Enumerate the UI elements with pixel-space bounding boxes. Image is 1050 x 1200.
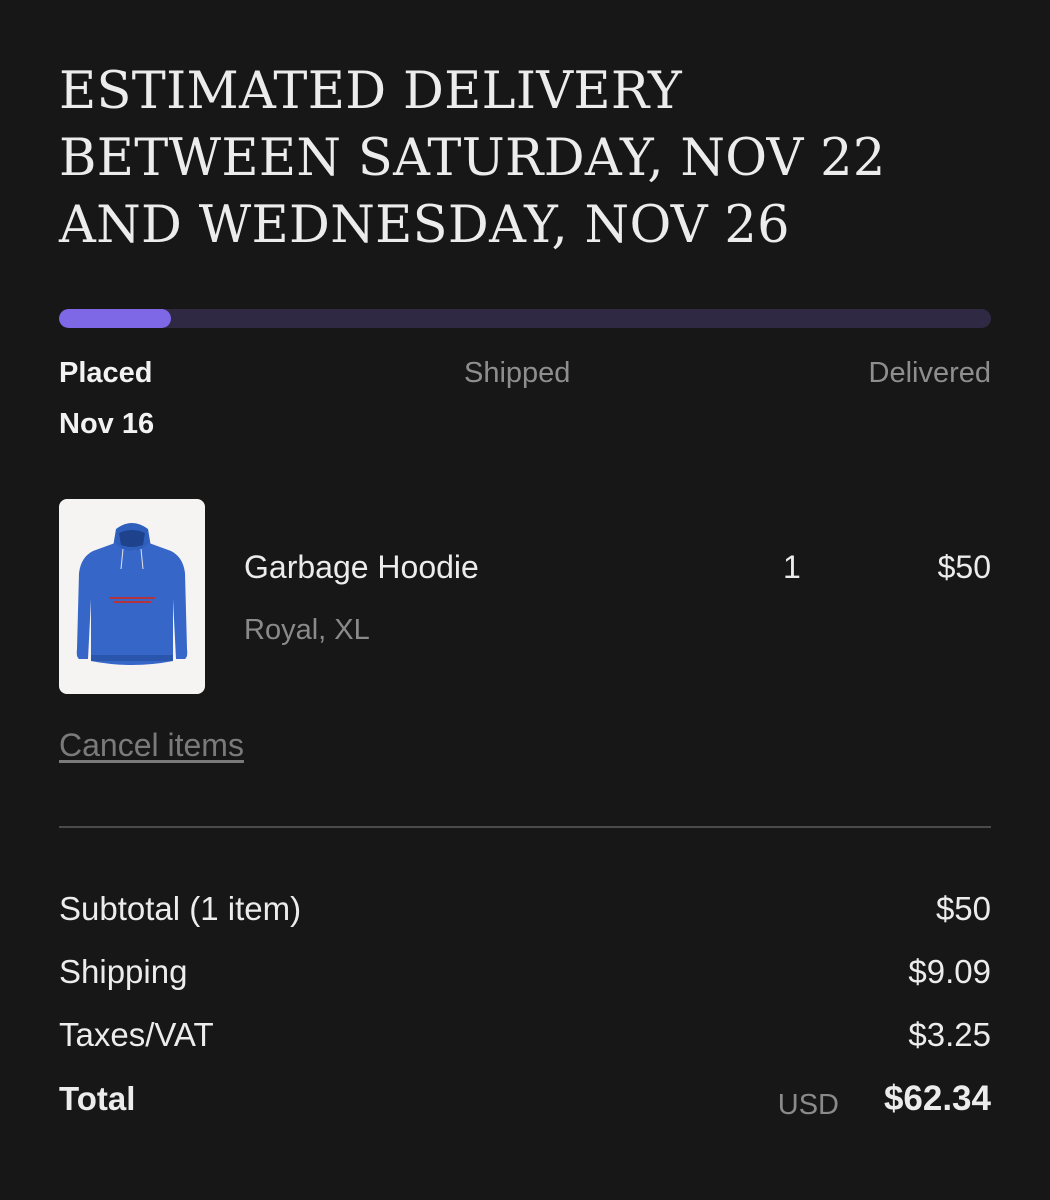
shipping-value: $9.09 bbox=[908, 953, 991, 990]
step-delivered-label: Delivered bbox=[868, 357, 992, 389]
total-value: $62.34 bbox=[883, 1079, 991, 1118]
total-label: Total bbox=[59, 1080, 136, 1117]
step-placed-date: Nov 16 bbox=[59, 408, 155, 440]
product-name[interactable]: Garbage Hoodie bbox=[244, 547, 479, 587]
taxes-value: $3.25 bbox=[908, 1016, 991, 1053]
subtotal-label: Subtotal (1 item) bbox=[59, 890, 302, 927]
hoodie-icon bbox=[76, 523, 188, 665]
subtotal-value: $50 bbox=[935, 890, 991, 927]
order-status-panel: ESTIMATED DELIVERY BETWEEN SATURDAY, NOV… bbox=[59, 0, 991, 1200]
order-progress-bar bbox=[59, 309, 991, 328]
subtotal-row: Subtotal (1 item) $50 bbox=[59, 887, 991, 931]
divider bbox=[59, 826, 991, 828]
cancel-items-link[interactable]: Cancel items bbox=[59, 724, 244, 766]
product-image[interactable] bbox=[59, 499, 205, 694]
step-shipped-label: Shipped bbox=[464, 357, 571, 389]
product-variant: Royal, XL bbox=[244, 614, 370, 646]
estimated-delivery-heading: ESTIMATED DELIVERY BETWEEN SATURDAY, NOV… bbox=[59, 62, 886, 255]
taxes-label: Taxes/VAT bbox=[59, 1016, 214, 1053]
order-progress-fill bbox=[59, 309, 171, 328]
total-row: Total USD $62.34 bbox=[59, 1077, 991, 1121]
taxes-row: Taxes/VAT $3.25 bbox=[59, 1013, 991, 1057]
step-placed: Placed Nov 16 bbox=[59, 354, 154, 443]
shipping-label: Shipping bbox=[59, 953, 188, 990]
step-placed-label: Placed bbox=[59, 357, 153, 389]
shipping-row: Shipping $9.09 bbox=[59, 950, 991, 994]
total-currency: USD bbox=[777, 1089, 839, 1121]
product-quantity: 1 bbox=[783, 549, 801, 585]
product-price: $50 bbox=[937, 549, 991, 585]
